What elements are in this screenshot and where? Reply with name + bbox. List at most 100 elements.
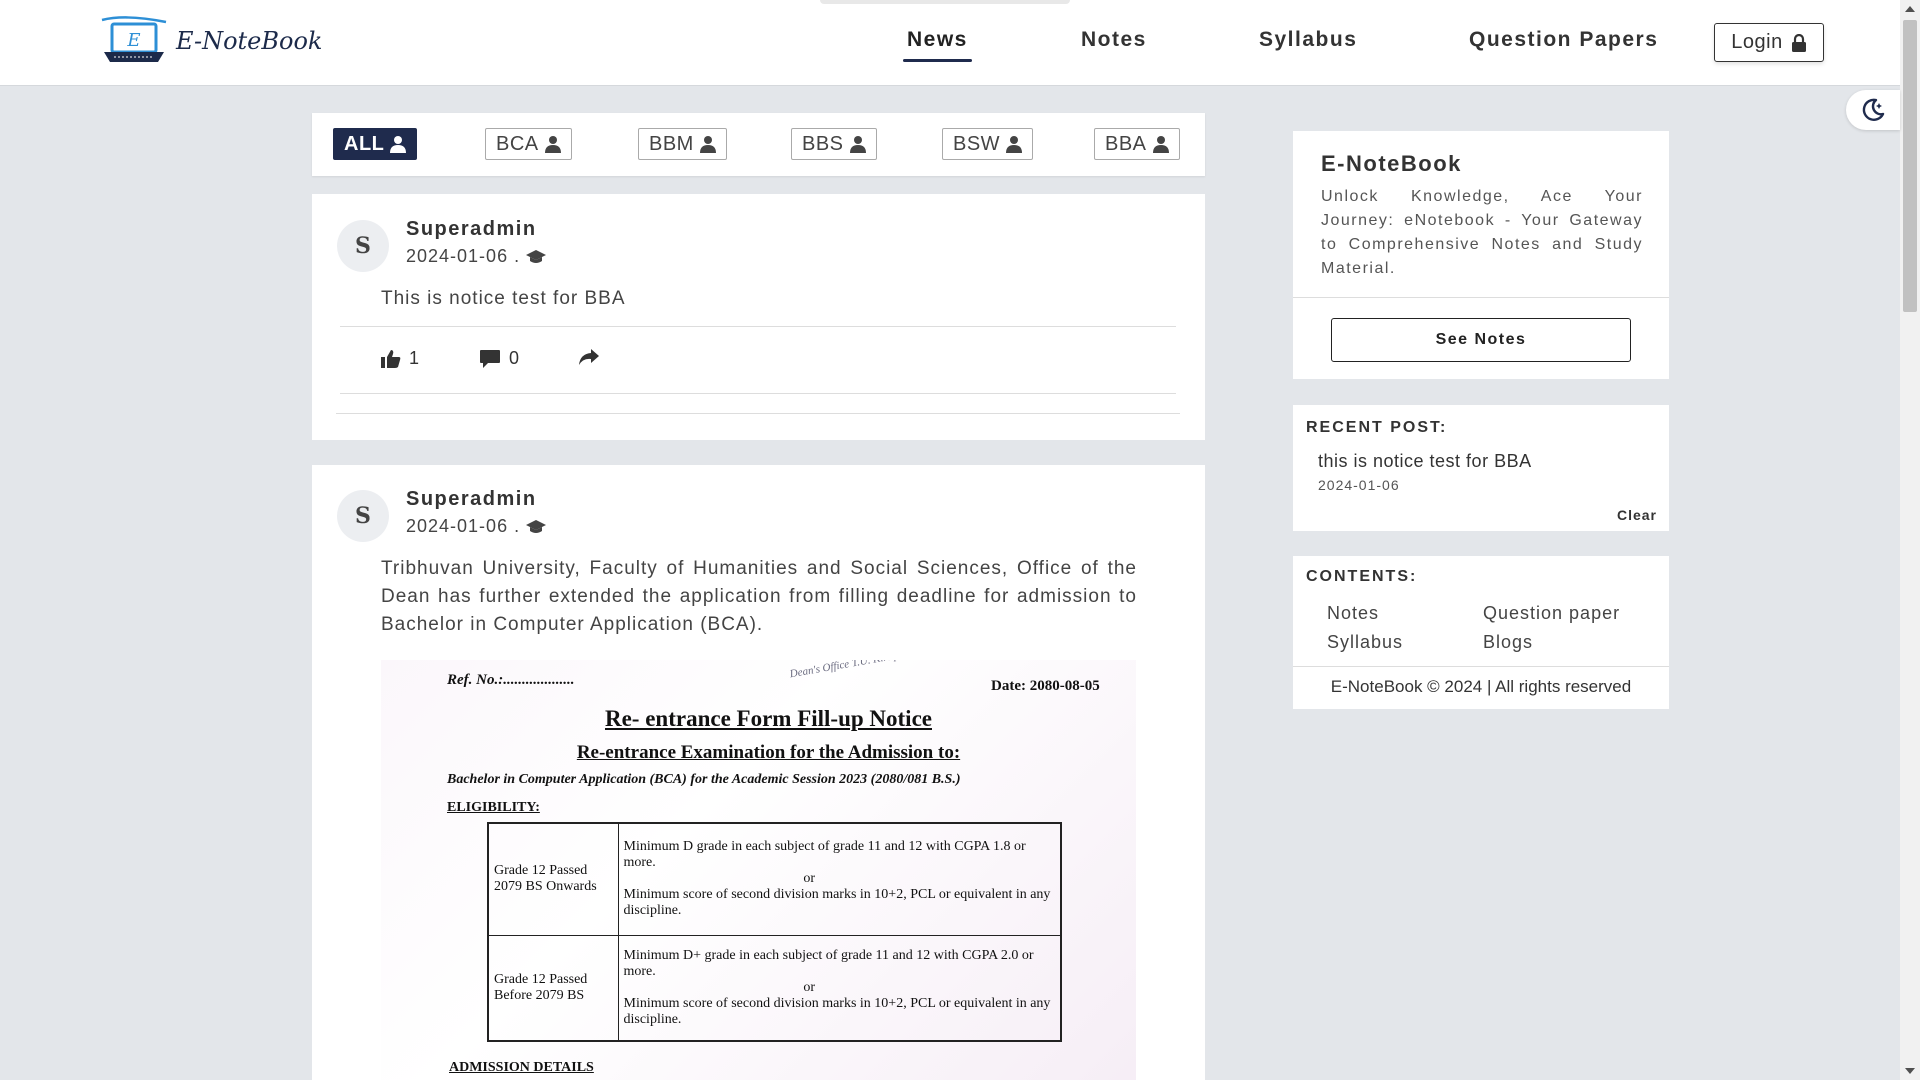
contents-link-question-paper[interactable]: Question paper [1483, 603, 1620, 624]
notice-program: Bachelor in Computer Application (BCA) f… [447, 772, 961, 787]
recent-post-card: RECENT POST: this is notice test for BBA… [1293, 405, 1669, 531]
dark-mode-toggle[interactable] [1846, 90, 1900, 130]
graduation-cap-icon [526, 249, 547, 263]
notice-image[interactable]: Dean's Office T.U. Kirtipur Ref. No.:...… [381, 660, 1136, 1080]
filter-chip-bba[interactable]: BBA [1094, 128, 1180, 160]
avatar[interactable]: S [337, 490, 389, 542]
user-icon [1006, 136, 1023, 153]
notice-title: Re- entrance Form Fill-up Notice [604, 706, 932, 731]
user-icon [544, 136, 561, 153]
post-author[interactable]: Superadmin [406, 218, 537, 241]
logo-text: E-NoteBook [176, 27, 323, 55]
like-button[interactable]: 1 [381, 348, 419, 369]
about-description: Unlock Knowledge, Ace Your Journey: eNot… [1321, 188, 1643, 277]
criteria-text: Minimum D grade in each subject of grade… [623, 839, 1026, 871]
moon-icon [1862, 98, 1885, 121]
filter-chip-bbm[interactable]: BBM [638, 128, 727, 160]
table-row: Grade 12 Passed 2079 BS Onwards Minimum … [487, 822, 1062, 936]
post-meta: 2024-01-06 . [406, 246, 547, 267]
nav-syllabus[interactable]: Syllabus [1259, 28, 1357, 52]
divider [340, 393, 1176, 394]
eligibility-table: Grade 12 Passed 2079 BS Onwards Minimum … [487, 822, 1062, 1042]
post-card: S Superadmin 2024-01-06 . Tribhuvan Univ… [312, 465, 1205, 1080]
recent-post-date: 2024-01-06 [1318, 477, 1400, 493]
filter-label: BCA [496, 132, 539, 155]
table-cell: Grade 12 Passed Before 2079 BS [487, 934, 619, 1042]
filter-chip-all[interactable]: ALL [333, 128, 418, 160]
criteria-text: Minimum D+ grade in each subject of grad… [623, 947, 1034, 979]
filter-label: BBM [649, 132, 694, 155]
comment-button[interactable]: 0 [479, 348, 519, 369]
notice-seal: Dean's Office T.U. Kirtipur [788, 660, 910, 681]
notice-subtitle: Re-entrance Examination for the Admissio… [576, 742, 961, 763]
notice-date: Date: 2080-08-05 [991, 678, 1100, 694]
notice-eligibility-label: ELIGIBILITY: [447, 800, 540, 815]
notice-admission-label: ADMISSION DETAILS [449, 1060, 594, 1075]
logo-laptop-icon: E [101, 16, 167, 62]
post-date: 2024-01-06 . [406, 246, 521, 266]
footer-copyright: E-NoteBook © 2024 | All rights reserved [1330, 677, 1632, 696]
table-cell: Minimum D+ grade in each subject of grad… [617, 934, 1062, 1042]
about-card: E-NoteBook Unlock Knowledge, Ace Your Jo… [1293, 131, 1669, 379]
criteria-or: or [803, 871, 816, 887]
share-icon [579, 349, 599, 365]
comment-count: 0 [509, 348, 520, 368]
top-navbar: E E-NoteBook News Notes Syllabus Questio… [0, 0, 1900, 86]
nav-question-papers[interactable]: Question Papers [1469, 28, 1658, 52]
post-meta: 2024-01-06 . [406, 516, 547, 537]
scroll-down-arrow-icon[interactable] [1905, 1068, 1915, 1074]
table-row: Grade 12 Passed Before 2079 BS Minimum D… [487, 934, 1062, 1042]
post-author[interactable]: Superadmin [406, 488, 537, 511]
comment-icon [480, 349, 500, 368]
criteria-text: Minimum score of second division marks i… [623, 887, 1051, 919]
thumbs-up-icon [381, 349, 401, 368]
recent-post-link[interactable]: this is notice test for BBA [1318, 451, 1532, 472]
login-button[interactable]: Login [1714, 23, 1824, 62]
recent-post-heading: RECENT POST: [1306, 419, 1448, 436]
post-body: This is notice test for BBA [381, 288, 626, 309]
user-icon [849, 136, 866, 153]
login-label: Login [1731, 31, 1783, 53]
site-logo[interactable]: E E-NoteBook [96, 16, 322, 66]
contents-link-notes[interactable]: Notes [1327, 603, 1379, 624]
table-cell: Grade 12 Passed 2079 BS Onwards [487, 822, 619, 936]
nav-news[interactable]: News [903, 28, 972, 62]
svg-text:E: E [126, 30, 140, 51]
post-card: S Superadmin 2024-01-06 . This is notice… [312, 194, 1205, 440]
nav-notes[interactable]: Notes [1081, 28, 1147, 52]
top-tab-indicator [820, 0, 1070, 4]
notice-ref: Ref. No.:................... [447, 672, 575, 688]
contents-link-blogs[interactable]: Blogs [1483, 632, 1533, 653]
avatar[interactable]: S [337, 220, 389, 272]
contents-card: CONTENTS: Notes Question paper Syllabus … [1293, 556, 1669, 709]
divider [340, 326, 1176, 327]
contents-link-syllabus[interactable]: Syllabus [1327, 632, 1403, 653]
filter-label: BBS [802, 132, 844, 155]
post-date: 2024-01-06 . [406, 516, 521, 536]
about-title: E-NoteBook [1321, 151, 1462, 176]
like-count: 1 [409, 348, 420, 368]
filter-chip-bsw[interactable]: BSW [942, 128, 1034, 160]
lock-icon [1791, 33, 1806, 52]
scroll-up-arrow-icon[interactable] [1905, 6, 1915, 12]
table-cell: Minimum D grade in each subject of grade… [617, 822, 1062, 936]
criteria-or: or [803, 979, 816, 995]
filter-chip-bbs[interactable]: BBS [791, 128, 877, 160]
user-icon [699, 136, 716, 153]
share-button[interactable] [578, 348, 600, 366]
category-filter-bar: ALL BCA BBM BBS BSW BBA [312, 113, 1205, 176]
see-notes-button[interactable]: See Notes [1331, 318, 1631, 362]
filter-label: ALL [344, 132, 385, 155]
criteria-text: Minimum score of second division marks i… [623, 995, 1051, 1027]
filter-chip-bca[interactable]: BCA [485, 128, 572, 160]
divider [1293, 297, 1669, 298]
graduation-cap-icon [526, 519, 547, 533]
user-icon [390, 136, 407, 153]
post-body: Tribhuvan University, Faculty of Humanit… [381, 558, 1137, 635]
clear-button[interactable]: Clear [1617, 507, 1657, 523]
divider [336, 413, 1180, 414]
contents-heading: CONTENTS: [1306, 568, 1418, 585]
scroll-thumb[interactable] [1903, 20, 1917, 312]
filter-label: BSW [953, 132, 1001, 155]
page-scrollbar[interactable] [1900, 0, 1920, 1080]
